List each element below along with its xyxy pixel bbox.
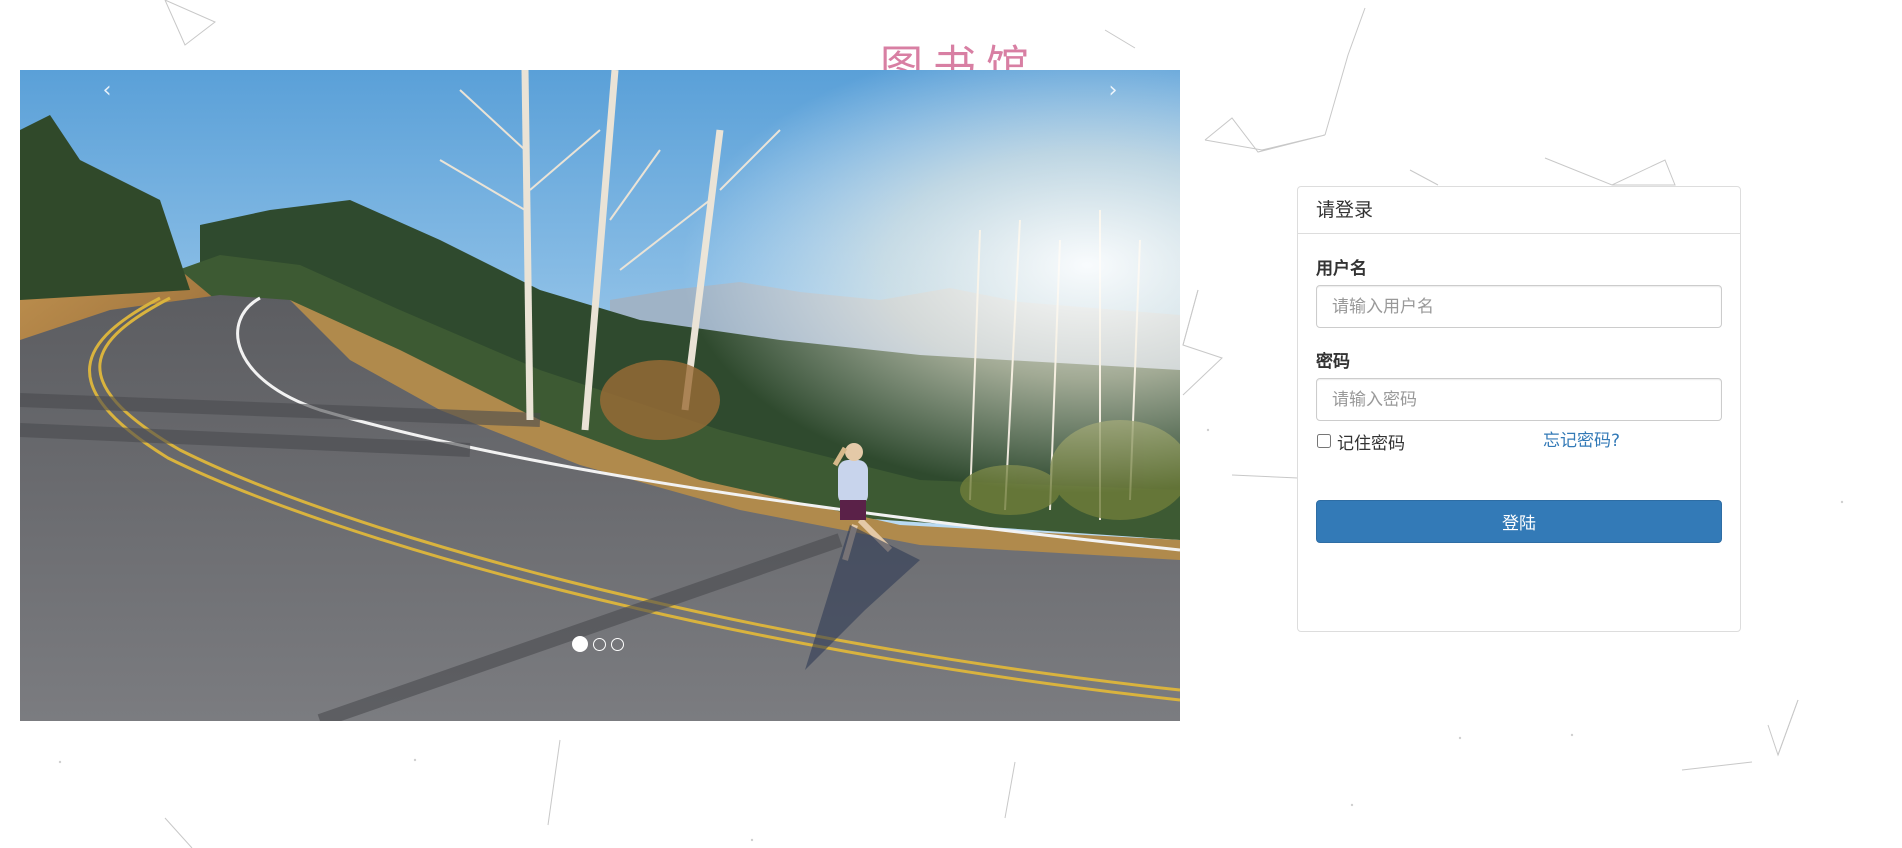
forgot-password-link[interactable]: 忘记密码? — [1543, 429, 1620, 453]
remember-password-checkbox[interactable] — [1317, 434, 1331, 448]
remember-password-option[interactable]: 记住密码 — [1316, 429, 1405, 454]
carousel-next-arrow[interactable]: › — [1098, 76, 1128, 106]
carousel-prev-arrow[interactable]: ‹ — [92, 76, 122, 106]
password-input[interactable] — [1316, 378, 1722, 421]
carousel-indicator-3[interactable] — [611, 637, 624, 651]
image-carousel[interactable]: ‹ › — [20, 70, 1180, 721]
carousel-slide-image — [20, 70, 1180, 721]
login-button[interactable]: 登陆 — [1316, 500, 1722, 543]
password-label: 密码 — [1316, 352, 1350, 372]
remember-password-label: 记住密码 — [1337, 433, 1405, 454]
login-panel-heading: 请登录 — [1298, 187, 1740, 234]
username-input[interactable] — [1316, 285, 1722, 328]
username-label: 用户名 — [1316, 259, 1367, 279]
login-panel: 请登录 用户名 密码 记住密码 忘记密码? 登陆 — [1297, 186, 1741, 632]
carousel-indicator-1[interactable] — [572, 636, 588, 652]
login-page: 图书馆 ‹ › 请登录 用户名 请输入用户名 密码 记住密码 忘记密码? 登陆 — [0, 0, 1902, 848]
carousel-indicators — [572, 635, 624, 653]
carousel-indicator-2[interactable] — [593, 637, 606, 651]
